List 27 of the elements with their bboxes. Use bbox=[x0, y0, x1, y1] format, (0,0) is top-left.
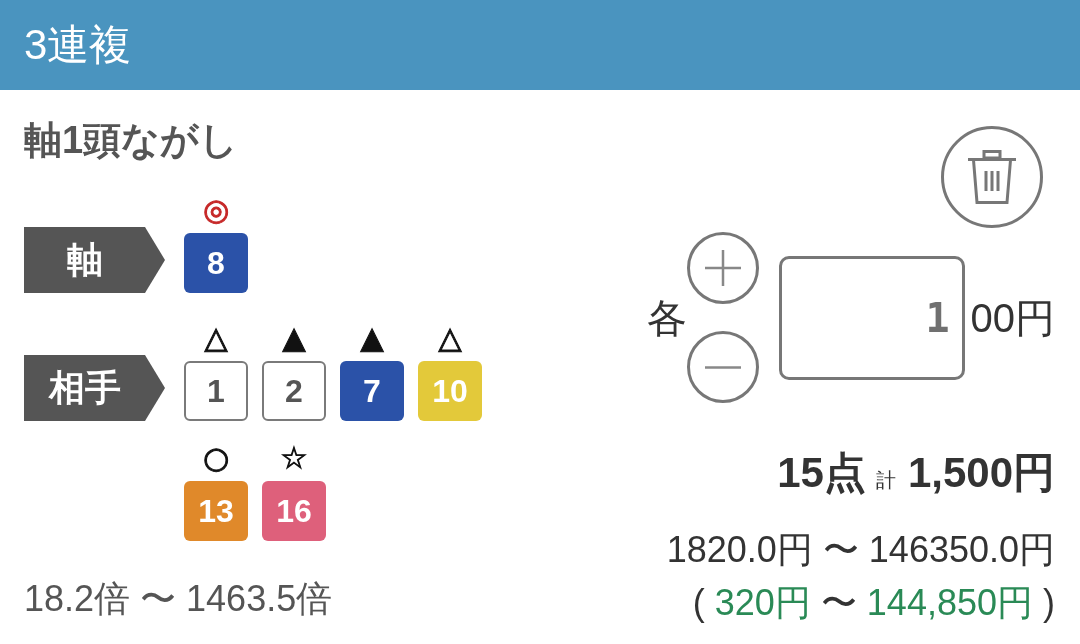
horse-number[interactable]: 7 bbox=[340, 361, 404, 421]
amount-field[interactable]: 1 bbox=[778, 255, 965, 380]
header-title: 3連複 bbox=[24, 21, 132, 69]
each-label: 各 bbox=[646, 295, 687, 340]
total-amount: 1,500円 bbox=[907, 450, 1055, 496]
horse-number[interactable]: 2 bbox=[262, 361, 326, 421]
prediction-mark: ◎ bbox=[202, 195, 230, 225]
minus-icon bbox=[704, 365, 741, 369]
prediction-mark: ○ bbox=[202, 443, 230, 473]
profit-range: ( 320円 〜 144,850円 ) bbox=[692, 583, 1055, 623]
trash-icon bbox=[967, 150, 1017, 204]
prediction-mark: ▲ bbox=[282, 323, 306, 353]
total-label: 計 bbox=[875, 468, 896, 493]
amount-unit: 00円 bbox=[970, 295, 1055, 340]
horse-number[interactable]: 1 bbox=[184, 361, 248, 421]
bet-type-title: 軸1頭ながし bbox=[24, 120, 239, 160]
prediction-mark: ▲ bbox=[360, 323, 384, 353]
points-count: 15点 bbox=[777, 450, 866, 496]
row-label: 軸 bbox=[24, 227, 165, 293]
prediction-mark: △ bbox=[438, 323, 462, 353]
prediction-mark: ☆ bbox=[280, 443, 308, 473]
odds-range: 18.2倍 〜 1463.5倍 bbox=[24, 579, 333, 619]
payout-range: 1820.0円 〜 146350.0円 bbox=[666, 530, 1055, 570]
prediction-mark: △ bbox=[204, 323, 228, 353]
row-label: 相手 bbox=[24, 355, 165, 421]
horse-number[interactable]: 8 bbox=[184, 233, 248, 293]
plus-icon bbox=[704, 250, 741, 286]
